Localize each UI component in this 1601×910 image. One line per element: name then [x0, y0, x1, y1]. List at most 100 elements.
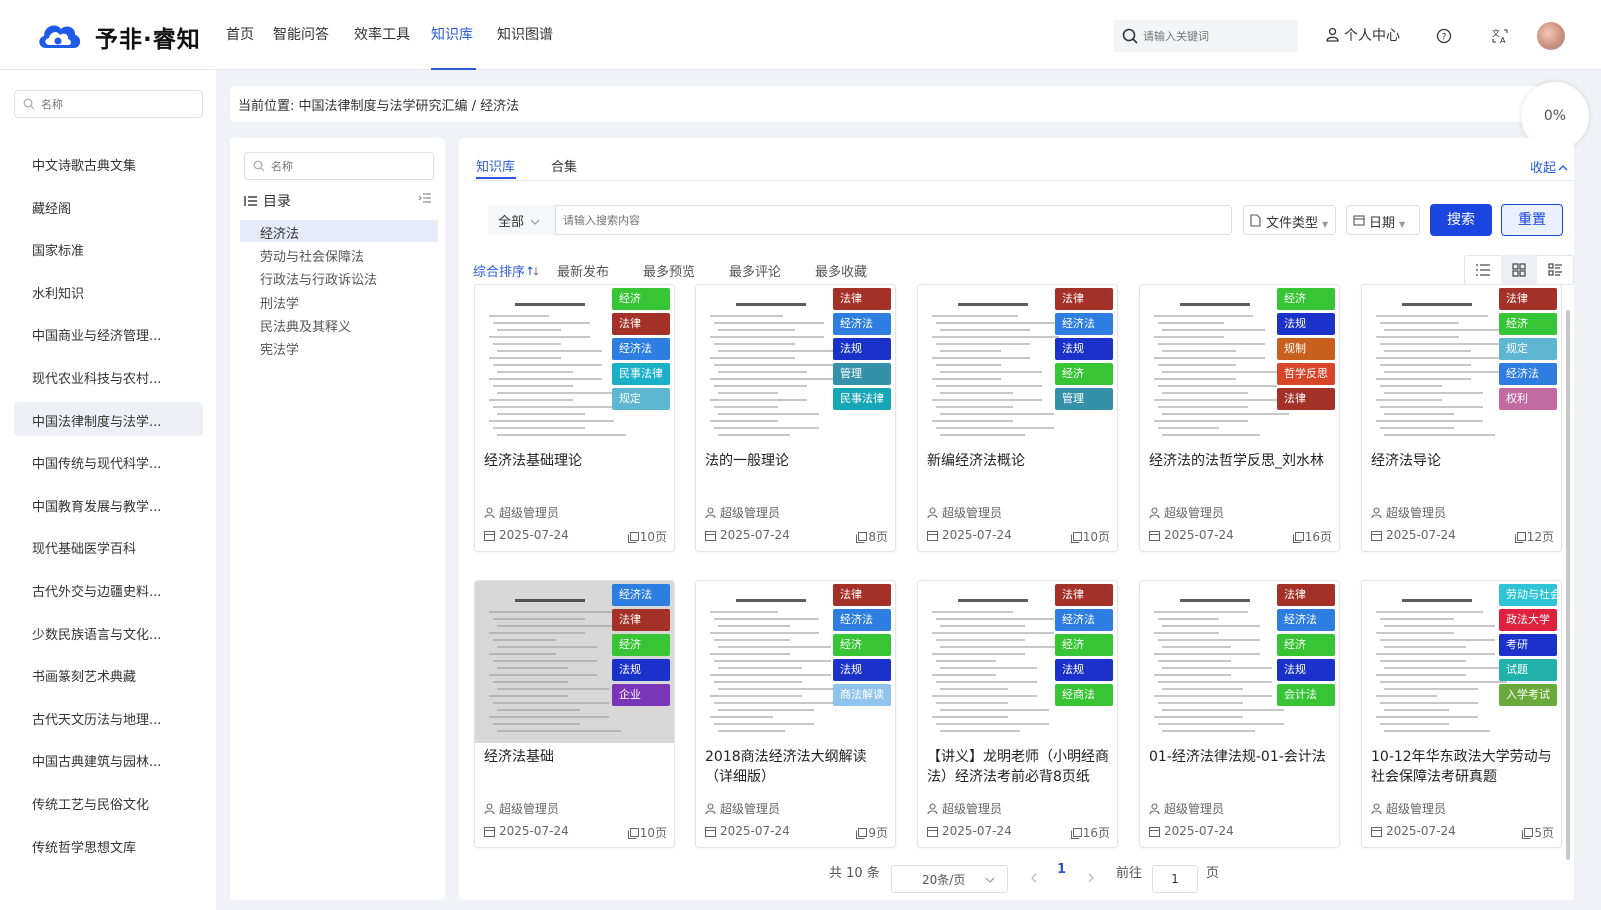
tag-badge[interactable]: 哲学反思: [1277, 363, 1335, 385]
document-title[interactable]: 2018商法经济法大纲解读（详细版）: [705, 747, 890, 787]
document-title[interactable]: 新编经济法概论: [927, 451, 1112, 471]
library-search-input[interactable]: [41, 95, 191, 113]
sidebar-item[interactable]: 藏经阁: [14, 189, 203, 223]
detail-view-button[interactable]: [1537, 255, 1573, 285]
tag-badge[interactable]: 法律: [612, 313, 670, 335]
tag-badge[interactable]: 法规: [833, 659, 891, 681]
expand-all-icon[interactable]: [418, 192, 432, 204]
tag-badge[interactable]: 法律: [833, 288, 891, 310]
tag-badge[interactable]: 经济: [1055, 634, 1113, 656]
tag-badge[interactable]: 入学考试: [1499, 684, 1557, 706]
file-type-select[interactable]: 文件类型 ▼: [1243, 205, 1336, 235]
tag-badge[interactable]: 经济: [1055, 363, 1113, 385]
tag-badge[interactable]: 法律: [833, 584, 891, 606]
sort-most-favorited[interactable]: 最多收藏: [815, 261, 867, 280]
document-card[interactable]: 经济法 法律 经济 法规 企业 经济法基础 超级管理员 2025-07-24 10页: [474, 580, 675, 848]
tag-badge[interactable]: 民事法律: [612, 363, 670, 385]
tag-badge[interactable]: 管理: [833, 363, 891, 385]
sort-comprehensive[interactable]: 综合排序: [473, 261, 539, 280]
document-card[interactable]: 法律 经济法 经济 法规 会计法 01-经济法律法规-01-会计法 超级管理员 2025-07…: [1139, 580, 1340, 848]
tag-badge[interactable]: 法规: [1055, 338, 1113, 360]
library-search[interactable]: [14, 90, 203, 118]
tag-badge[interactable]: 经济法: [1055, 313, 1113, 335]
sidebar-item[interactable]: 中国古典建筑与园林...: [14, 742, 203, 776]
sidebar-item[interactable]: 中国教育发展与教学...: [14, 487, 203, 521]
current-page[interactable]: 1: [1057, 862, 1066, 877]
global-search-input[interactable]: [1143, 25, 1288, 47]
personal-center-link[interactable]: 个人中心: [1325, 25, 1400, 45]
tag-badge[interactable]: 经济法: [612, 338, 670, 360]
document-title[interactable]: 法的一般理论: [705, 451, 890, 471]
sidebar-item[interactable]: 现代基础医学百科: [14, 529, 203, 563]
document-title[interactable]: 10-12年华东政法大学劳动与社会保障法考研真题: [1371, 747, 1556, 787]
tag-badge[interactable]: 劳动与社会保障: [1499, 584, 1557, 606]
document-title[interactable]: 经济法的法哲学反思_刘水林: [1149, 451, 1334, 471]
search-button[interactable]: 搜索: [1430, 204, 1492, 236]
tab-collections[interactable]: 合集: [551, 156, 577, 175]
tag-badge[interactable]: 法律: [1055, 584, 1113, 606]
tag-badge[interactable]: 考研: [1499, 634, 1557, 656]
translate-icon[interactable]: 文A: [1491, 27, 1509, 45]
document-title[interactable]: 经济法基础: [484, 747, 669, 767]
sidebar-item[interactable]: 传统哲学思想文库: [14, 828, 203, 862]
sidebar-item[interactable]: 古代外交与边疆史料...: [14, 572, 203, 606]
tag-badge[interactable]: 经济: [612, 288, 670, 310]
grid-view-button[interactable]: [1501, 255, 1537, 285]
tag-badge[interactable]: 经济: [1277, 634, 1335, 656]
list-view-button[interactable]: [1465, 255, 1501, 285]
sidebar-item[interactable]: 现代农业科技与农村...: [14, 359, 203, 393]
sidebar-item[interactable]: 古代天文历法与地理...: [14, 700, 203, 734]
tag-badge[interactable]: 法规: [1277, 659, 1335, 681]
tree-search-input[interactable]: [271, 157, 421, 175]
tag-badge[interactable]: 法律: [1499, 288, 1557, 310]
tag-badge[interactable]: 经济法: [833, 313, 891, 335]
tag-badge[interactable]: 法规: [833, 338, 891, 360]
tag-badge[interactable]: 法规: [1055, 659, 1113, 681]
tag-badge[interactable]: 规制: [1277, 338, 1335, 360]
tag-badge[interactable]: 经济法: [1055, 609, 1113, 631]
scrollbar[interactable]: [1566, 310, 1570, 860]
nav-smart-qa[interactable]: 智能问答: [273, 24, 329, 70]
document-card[interactable]: 法律 经济法 经济 法规 商法解读 2018商法经济法大纲解读（详细版） 超级管理员 2025…: [695, 580, 896, 848]
tab-knowledge-base[interactable]: 知识库: [476, 156, 515, 175]
tag-badge[interactable]: 规定: [612, 388, 670, 410]
document-card[interactable]: 法律 经济 规定 经济法 权利 经济法导论 超级管理员 2025-07-24 12页: [1361, 284, 1562, 552]
sidebar-item[interactable]: 中国法律制度与法学...: [14, 401, 203, 436]
tree-item[interactable]: 宪法学: [240, 336, 438, 358]
sidebar-item[interactable]: 中文诗歌古典文集: [14, 146, 203, 180]
tag-badge[interactable]: 法规: [1277, 313, 1335, 335]
tag-badge[interactable]: 试题: [1499, 659, 1557, 681]
document-card[interactable]: 经济 法律 经济法 民事法律 规定 经济法基础理论 超级管理员 2025-07-24 10页: [474, 284, 675, 552]
tag-badge[interactable]: 法规: [612, 659, 670, 681]
tag-badge[interactable]: 经济法: [612, 584, 670, 606]
sidebar-item[interactable]: 中国传统与现代科学...: [14, 444, 203, 478]
sidebar-item[interactable]: 传统工艺与民俗文化: [14, 785, 203, 819]
tag-badge[interactable]: 经济: [1277, 288, 1335, 310]
tag-badge[interactable]: 经济: [1499, 313, 1557, 335]
document-card[interactable]: 经济 法规 规制 哲学反思 法律 经济法的法哲学反思_刘水林 超级管理员 2025-07-24…: [1139, 284, 1340, 552]
next-page-icon[interactable]: [1087, 873, 1095, 883]
nav-efficiency-tools[interactable]: 效率工具: [354, 24, 410, 70]
document-card[interactable]: 法律 经济法 法规 管理 民事法律 法的一般理论 超级管理员 2025-07-24 8页: [695, 284, 896, 552]
tag-badge[interactable]: 权利: [1499, 388, 1557, 410]
tree-item[interactable]: 劳动与社会保障法: [240, 243, 438, 265]
document-title[interactable]: 经济法导论: [1371, 451, 1556, 471]
tag-badge[interactable]: 经济法: [833, 609, 891, 631]
tag-badge[interactable]: 经济: [833, 634, 891, 656]
document-card[interactable]: 法律 经济法 经济 法规 经商法 【讲义】龙明老师（小明经商法）经济法考前必背8页纸 超级管…: [917, 580, 1118, 848]
user-avatar[interactable]: [1537, 22, 1565, 50]
tag-badge[interactable]: 会计法: [1277, 684, 1335, 706]
tag-badge[interactable]: 法律: [1277, 584, 1335, 606]
tag-badge[interactable]: 管理: [1055, 388, 1113, 410]
tag-badge[interactable]: 法律: [1055, 288, 1113, 310]
document-title[interactable]: 01-经济法律法规-01-会计法: [1149, 747, 1334, 767]
collapse-button[interactable]: 收起: [1530, 157, 1568, 176]
tree-item[interactable]: 行政法与行政诉讼法: [240, 266, 438, 288]
tag-badge[interactable]: 规定: [1499, 338, 1557, 360]
goto-page-input[interactable]: 1: [1152, 865, 1198, 893]
tree-item[interactable]: 经济法: [240, 220, 438, 242]
sidebar-item[interactable]: 水利知识: [14, 274, 203, 308]
sidebar-item[interactable]: 书画篆刻艺术典藏: [14, 657, 203, 691]
date-select[interactable]: 日期 ▼: [1346, 205, 1420, 235]
tag-badge[interactable]: 法律: [612, 609, 670, 631]
